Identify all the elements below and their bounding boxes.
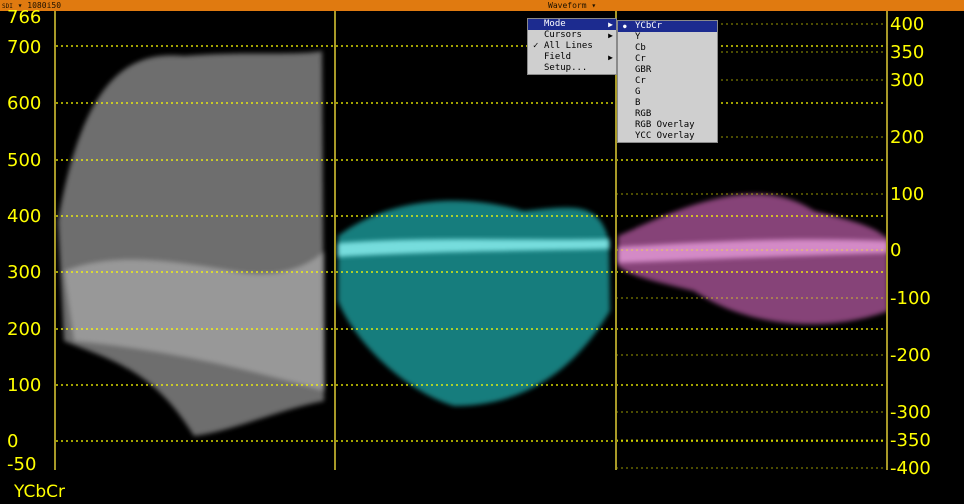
menu-item-gbr[interactable]: GBR bbox=[618, 65, 717, 76]
submenu-arrow-icon: ▶ bbox=[608, 53, 613, 62]
menu-item-label: Mode bbox=[544, 19, 566, 29]
menu-item-label: Setup... bbox=[544, 63, 588, 73]
left-scale-label: -50 bbox=[7, 454, 37, 475]
menu-item-rgb-overlay[interactable]: RGB Overlay bbox=[618, 120, 717, 131]
menu-item-label: B bbox=[635, 98, 641, 108]
menu-item-all-lines[interactable]: ✓ All Lines bbox=[528, 41, 616, 52]
status-bar: SDI ▾ 1080i50 Waveform ▾ bbox=[0, 0, 964, 11]
right-scale: 400 350 300 200 100 0 -100 -200 -300 -350 -400 bbox=[888, 0, 964, 504]
right-scale-label: -350 bbox=[890, 430, 931, 451]
menu-item-label: RGB bbox=[635, 109, 652, 119]
right-scale-label: 300 bbox=[890, 70, 925, 91]
menu-item-label: Y bbox=[635, 32, 641, 42]
menu-item-label: RGB Overlay bbox=[635, 120, 695, 130]
menu-item-cr[interactable]: Cr bbox=[618, 76, 717, 87]
left-scale-label: 100 bbox=[7, 375, 42, 396]
menu-item-label: Field bbox=[544, 52, 572, 62]
menu-item-mode[interactable]: Mode ▶ bbox=[528, 19, 616, 30]
menu-item-label: GBR bbox=[635, 65, 652, 75]
waveform-display bbox=[56, 23, 888, 469]
menu-item-ycc-overlay[interactable]: YCC Overlay bbox=[618, 131, 717, 142]
menu-item-label: Cr bbox=[635, 54, 646, 64]
submenu-arrow-icon: ▶ bbox=[608, 31, 613, 40]
menu-item-label: G bbox=[635, 87, 641, 97]
menu-item-cb[interactable]: Cb bbox=[618, 43, 717, 54]
right-scale-label: 400 bbox=[890, 14, 925, 35]
left-scale-label: 700 bbox=[7, 37, 42, 58]
mode-label: YCbCr bbox=[14, 482, 65, 502]
left-scale-label: 400 bbox=[7, 206, 42, 227]
right-scale-label: -400 bbox=[890, 458, 931, 479]
menu-item-field[interactable]: Field ▶ bbox=[528, 52, 616, 63]
submenu-arrow-icon: ▶ bbox=[608, 20, 613, 29]
right-scale-label: 350 bbox=[890, 42, 925, 63]
left-scale-label: 500 bbox=[7, 150, 42, 171]
menu-item-label: YCC Overlay bbox=[635, 131, 695, 141]
menu-item-rgb[interactable]: RGB bbox=[618, 109, 717, 120]
menu-item-g[interactable]: G bbox=[618, 87, 717, 98]
parade-divider-right bbox=[886, 11, 888, 470]
left-scale-label: 300 bbox=[7, 262, 42, 283]
left-scale: 766 700 600 500 400 300 200 100 0 -50 bbox=[0, 0, 54, 504]
radio-dot-icon: ● bbox=[623, 23, 627, 30]
menu-item-cr[interactable]: Cr bbox=[618, 54, 717, 65]
menu-item-ycbcr[interactable]: ● YCbCr bbox=[618, 21, 717, 32]
parade-divider-left bbox=[54, 11, 56, 470]
left-scale-label: 0 bbox=[7, 431, 19, 452]
left-scale-label: 766 bbox=[7, 7, 42, 28]
right-scale-label: 0 bbox=[890, 240, 902, 261]
context-menu: Mode ▶ Cursors ▶ ✓ All Lines Field ▶ Setup... bbox=[527, 18, 617, 75]
menu-item-label: Cb bbox=[635, 43, 646, 53]
menu-item-label: Cursors bbox=[544, 30, 582, 40]
menu-item-cursors[interactable]: Cursors ▶ bbox=[528, 30, 616, 41]
menu-item-label: Cr bbox=[635, 76, 646, 86]
left-scale-label: 600 bbox=[7, 93, 42, 114]
cb-trace bbox=[338, 200, 610, 406]
display-title-menu[interactable]: Waveform ▾ bbox=[548, 0, 596, 11]
right-scale-label: 100 bbox=[890, 184, 925, 205]
check-icon: ✓ bbox=[533, 41, 539, 51]
right-scale-label: 200 bbox=[890, 127, 925, 148]
right-scale-label: -200 bbox=[890, 345, 931, 366]
menu-item-y[interactable]: Y bbox=[618, 32, 717, 43]
menu-item-setup[interactable]: Setup... bbox=[528, 63, 616, 74]
left-scale-label: 200 bbox=[7, 319, 42, 340]
right-scale-label: -100 bbox=[890, 288, 931, 309]
menu-item-label: YCbCr bbox=[635, 21, 663, 31]
right-scale-label: -300 bbox=[890, 402, 931, 423]
menu-item-b[interactable]: B bbox=[618, 98, 717, 109]
menu-item-label: All Lines bbox=[544, 41, 593, 51]
parade-divider-1 bbox=[334, 11, 336, 470]
mode-submenu: ● YCbCr Y Cb Cr GBR Cr G B RGB RGB Overlay YCC Over… bbox=[617, 20, 718, 143]
